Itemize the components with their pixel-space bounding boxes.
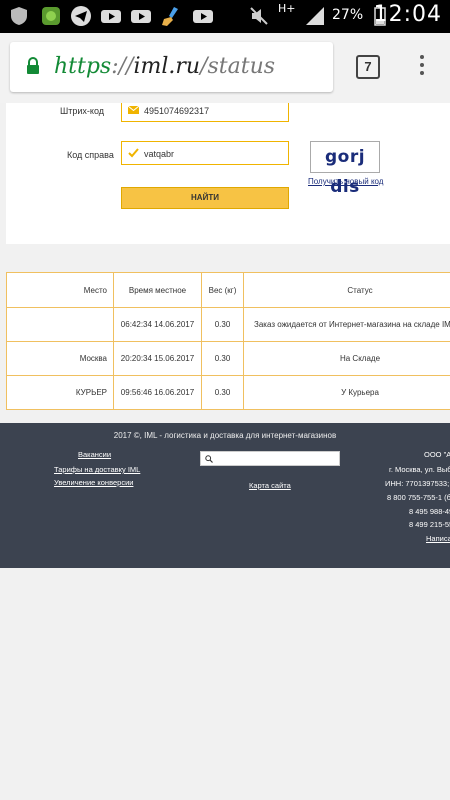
footer-link-vacancies[interactable]: Вакансии [78,450,111,459]
cell-status: На Складе [243,341,450,376]
captcha-image: gorj dis [310,141,380,197]
cell-weight: 0.30 [201,341,244,376]
site-footer: 2017 ©, IML - логистика и доставка для и… [0,423,450,568]
header-weight: Вес (кг) [201,272,244,308]
search-icon [205,455,213,463]
footer-search-input[interactable] [200,451,340,466]
signal-icon [306,7,324,25]
mail-icon [128,105,139,114]
broom-icon [162,7,178,26]
captcha-value: vatqabr [144,149,175,159]
phone-1: 8 800 755-755-1 (бе [387,493,450,502]
footer-link-conversion[interactable]: Увеличение конверсии [54,478,133,487]
header-status: Статус [243,272,450,308]
new-code-link[interactable]: Получить новый код [308,177,383,186]
table-header-row: Место Время местное Вес (кг) Статус [6,272,450,308]
telegram-icon [71,6,91,26]
cell-time: 20:20:34 15.06.2017 [113,341,202,376]
captcha-label: Код справа [67,150,114,160]
company-name: ООО "АЙ [424,450,450,459]
copyright: 2017 ©, IML - логистика и доставка для и… [113,431,337,440]
page-content: Штрих-код 4951074692317 Код справа vatqa… [0,103,450,800]
cell-time: 06:42:34 14.06.2017 [113,307,202,342]
tab-switcher-button[interactable]: 7 [356,55,380,79]
url-text: https://iml.ru/status [54,54,275,79]
youtube-icon [131,10,151,23]
table-row: КУРЬЕР 09:56:46 16.06.2017 0.30 У Курьер… [6,375,450,410]
url-path: /status [200,54,276,79]
cell-place: Москва [6,341,114,376]
url-scheme: https [54,54,112,79]
phone-3: 8 499 215-55 [409,520,450,529]
mute-icon [250,7,268,25]
youtube-icon [193,10,213,23]
clock: 12:04 [373,2,442,27]
write-us-link[interactable]: Написа [426,534,450,543]
header-place: Место [6,272,114,308]
table-row: 06:42:34 14.06.2017 0.30 Заказ ожидается… [6,307,450,342]
cell-status: У Курьера [243,375,450,410]
check-icon [128,148,139,158]
cell-weight: 0.30 [201,375,244,410]
tracking-table: Место Время местное Вес (кг) Статус 06:4… [6,272,450,410]
company-inn: ИНН: 7701397533; О [385,479,450,488]
cell-status: Заказ ожидается от Интернет-магазина на … [243,307,450,342]
lock-icon [27,57,39,74]
address-bar[interactable]: https://iml.ru/status [10,42,333,92]
footer-link-tariffs[interactable]: Тарифы на доставку IML [54,465,140,474]
cell-place [6,307,114,342]
table-row: Москва 20:20:34 15.06.2017 0.30 На Склад… [6,341,450,376]
network-type: H+ [278,2,296,15]
company-address: г. Москва, ул. Выбо [389,465,450,474]
barcode-input[interactable]: 4951074692317 [121,103,289,122]
shield-icon [11,7,27,25]
browser-toolbar: https://iml.ru/status 7 [0,33,450,103]
cell-time: 09:56:46 16.06.2017 [113,375,202,410]
find-button[interactable]: НАЙТИ [121,187,289,209]
phone-2: 8 495 988-49 [409,507,450,516]
url-host: iml.ru [133,54,201,79]
status-bar: H+ 27% 12:04 [0,0,450,33]
app-icon [42,7,60,25]
header-time: Время местное [113,272,202,308]
more-menu-icon[interactable] [416,55,428,81]
barcode-label: Штрих-код [60,106,104,116]
sitemap-link[interactable]: Карта сайта [249,481,291,490]
cell-weight: 0.30 [201,307,244,342]
captcha-input[interactable]: vatqabr [121,141,289,165]
youtube-icon [101,10,121,23]
tracking-form: Штрих-код 4951074692317 Код справа vatqa… [6,103,450,244]
battery-percent: 27% [332,7,364,23]
barcode-value: 4951074692317 [144,106,210,116]
cell-place: КУРЬЕР [6,375,114,410]
url-separator: :// [111,54,134,79]
